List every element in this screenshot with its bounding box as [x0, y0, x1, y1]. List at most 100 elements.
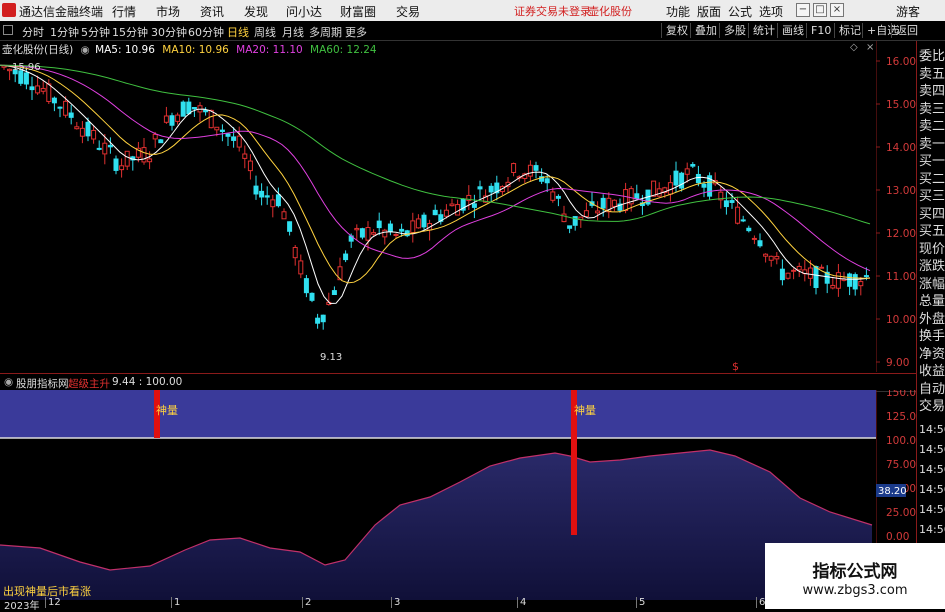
tool-f10[interactable]: F10	[806, 23, 835, 38]
candle-body	[723, 200, 729, 208]
tool-overlay[interactable]: 叠加	[690, 23, 721, 38]
candle-body	[432, 209, 438, 216]
sidebar-label-17: 净资	[919, 346, 945, 362]
chart-settings-icon[interactable]: ◇	[850, 42, 858, 53]
candle-body	[343, 253, 349, 261]
candle-body	[292, 247, 298, 259]
kline-chart[interactable]: 15.96 9.13 $	[0, 41, 876, 372]
candle-body	[544, 178, 550, 184]
indicator-values: 9.44 : 100.00	[112, 376, 183, 388]
candle-body	[29, 86, 35, 91]
sidebar-label-9: 买四	[919, 206, 945, 222]
watermark-title: 指标公式网	[812, 562, 898, 582]
candle-body	[186, 101, 192, 115]
signal-band	[0, 390, 876, 438]
sidebar-label-6: 买一	[919, 154, 945, 169]
candle-body	[623, 189, 629, 212]
candle-body	[684, 168, 690, 175]
menu-item-formula[interactable]: 公式	[728, 3, 752, 20]
candle-body	[729, 200, 735, 203]
time-label-7: 6	[756, 597, 765, 608]
high-price-label: 15.96	[12, 62, 41, 73]
candle-body	[595, 210, 601, 214]
guest-label[interactable]: 游客	[896, 3, 920, 20]
menu-item-trade[interactable]: 交易	[396, 3, 420, 20]
sidebar-label-16: 换手	[919, 329, 945, 344]
sidebar-label-20[interactable]: 交易	[919, 395, 945, 414]
period-0[interactable]: 分时	[22, 24, 44, 40]
candle-body	[102, 142, 108, 155]
candle-body	[735, 206, 741, 224]
menu-bar: 通达信金融终端 行情 市场 资讯 发现 问小达 财富圈 交易 证券交易未登录 壶…	[0, 0, 945, 21]
ma60-line	[0, 64, 871, 225]
candle-body	[533, 165, 539, 171]
candle-body	[287, 221, 293, 232]
menu-item-discover[interactable]: 发现	[244, 3, 268, 20]
ma20-label: MA20: 11.10	[236, 44, 303, 56]
tool-stats[interactable]: 统计	[748, 23, 779, 38]
candle-body	[35, 85, 41, 94]
candle-body	[774, 255, 780, 260]
close-icon[interactable]: ×	[830, 3, 844, 17]
menu-item-function[interactable]: 功能	[666, 3, 690, 20]
period-9[interactable]: 多周期	[309, 24, 342, 40]
chart-close-icon[interactable]: ×	[866, 42, 874, 53]
candle-body	[863, 275, 869, 278]
candle-body	[275, 194, 281, 207]
price-tick-7: 9.00	[886, 357, 909, 369]
menu-item-quotes[interactable]: 行情	[112, 3, 136, 20]
candle-body	[180, 101, 186, 117]
period-5[interactable]: 60分钟	[188, 24, 224, 40]
period-2[interactable]: 5分钟	[81, 24, 110, 40]
tool-draw[interactable]: 画线	[777, 23, 808, 38]
indicator-source: 股朋指标网	[16, 378, 69, 390]
indicator-tick-5: 25.00	[886, 507, 916, 519]
panel-toggle-icon[interactable]	[3, 25, 13, 35]
menu-item-market[interactable]: 市场	[156, 3, 180, 20]
sidebar-label-7: 买二	[919, 171, 945, 187]
legend-toggle-icon[interactable]: ◉	[81, 44, 90, 56]
minimize-icon[interactable]: −	[796, 3, 810, 17]
sidebar-label-19[interactable]: 自动	[919, 378, 945, 397]
sidebar-label-10: 买五	[919, 224, 945, 239]
tool-back[interactable]: 返回	[891, 23, 922, 38]
sidebar-label-18: 收益	[919, 364, 945, 379]
candle-body	[443, 209, 449, 217]
candle-body	[57, 106, 63, 109]
period-3[interactable]: 15分钟	[112, 24, 148, 40]
period-8[interactable]: 月线	[282, 24, 304, 40]
menu-item-layout[interactable]: 版面	[697, 3, 721, 20]
tool-adjust[interactable]: 复权	[661, 23, 692, 38]
period-7[interactable]: 周线	[254, 24, 276, 40]
period-4[interactable]: 30分钟	[151, 24, 187, 40]
candle-body	[7, 68, 13, 72]
menu-item-options[interactable]: 选项	[759, 3, 783, 20]
menu-item-community[interactable]: 财富圈	[340, 3, 376, 20]
indicator-toggle-icon[interactable]: ◉	[4, 376, 13, 388]
price-tick-2: 14.00	[886, 142, 916, 154]
price-tick-5: 11.00	[886, 271, 916, 283]
sidebar-label-14: 总量	[919, 294, 945, 309]
menu-item-ask[interactable]: 问小达	[286, 3, 322, 20]
candle-body	[679, 172, 685, 189]
period-6[interactable]: 日线	[227, 24, 249, 40]
indicator-chart[interactable]: 神量 神量 出现神量后市看涨	[0, 390, 876, 600]
tool-mark[interactable]: 标记	[834, 23, 865, 38]
candle-body	[214, 126, 220, 131]
signal-label-2: 神量	[574, 403, 596, 417]
login-status[interactable]: 证券交易未登录	[514, 3, 591, 19]
maximize-icon[interactable]: □	[813, 3, 827, 17]
candle-body	[690, 164, 696, 167]
menu-item-news[interactable]: 资讯	[200, 3, 224, 20]
period-10[interactable]: 更多	[345, 24, 367, 40]
event-marker[interactable]: $	[732, 360, 739, 372]
candle-body	[796, 265, 802, 271]
sidebar-label-11: 现价	[919, 241, 945, 257]
indicator-title[interactable]: 超级主升	[68, 376, 110, 391]
candle-body	[124, 150, 130, 167]
period-1[interactable]: 1分钟	[50, 24, 79, 40]
tool-multi[interactable]: 多股	[719, 23, 750, 38]
signal-label-1: 神量	[156, 403, 178, 417]
candle-body	[410, 220, 416, 234]
candle-body	[858, 281, 864, 287]
